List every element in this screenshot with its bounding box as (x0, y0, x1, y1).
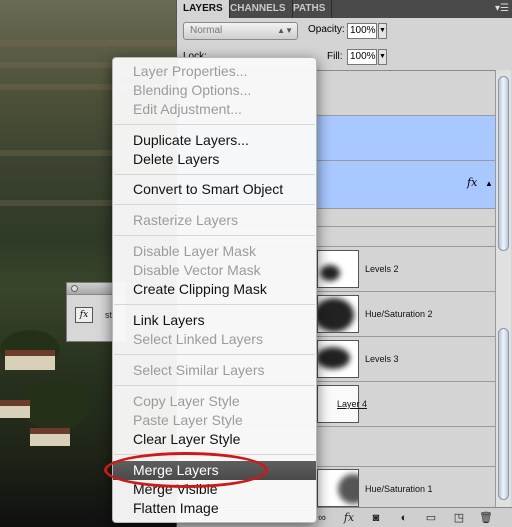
layer-mask-thumbnail[interactable] (317, 340, 359, 378)
menu-separator (114, 385, 315, 386)
blend-row: Normal ▲▼ Opacity: 100% ▼ (183, 22, 503, 40)
blend-mode-value: Normal (190, 25, 223, 36)
menu-item-blending-options[interactable]: Blending Options... (113, 81, 316, 100)
annotation-ellipse (104, 452, 268, 488)
photo-house (0, 400, 30, 418)
layer-mask-thumbnail[interactable] (317, 469, 359, 507)
fill-field[interactable]: 100% (347, 49, 377, 65)
fx-icon[interactable]: fx (342, 511, 356, 525)
expand-arrow-icon[interactable]: ▲ (485, 179, 493, 188)
menu-item-select-similar-layers[interactable]: Select Similar Layers (113, 361, 316, 380)
scrollbar-thumb[interactable] (498, 76, 509, 251)
layer-mask-thumbnail[interactable] (317, 250, 359, 288)
menu-separator (114, 354, 315, 355)
layer-name: Layer 4 (337, 399, 368, 409)
menu-item-delete-layers[interactable]: Delete Layers (113, 150, 316, 169)
menu-item-duplicate-layers[interactable]: Duplicate Layers... (113, 131, 316, 150)
menu-item-layer-properties[interactable]: Layer Properties... (113, 62, 316, 81)
new-layer-icon[interactable]: ◳ (452, 511, 466, 525)
fill-label: Fill: (327, 51, 343, 62)
menu-item-select-linked-layers[interactable]: Select Linked Layers (113, 330, 316, 349)
layer-name: Hue/Saturation 2 (365, 309, 433, 319)
menu-item-convert-smart-object[interactable]: Convert to Smart Object (113, 180, 316, 199)
layer-name: Hue/Saturation 1 (365, 484, 433, 494)
close-icon[interactable] (71, 285, 78, 292)
tab-paths[interactable]: PATHS (287, 0, 333, 18)
menu-item-paste-layer-style[interactable]: Paste Layer Style (113, 411, 316, 430)
menu-item-disable-vector-mask[interactable]: Disable Vector Mask (113, 261, 316, 280)
document-label: st (105, 310, 113, 320)
layers-scrollbar[interactable] (495, 70, 511, 507)
scrollbar-thumb[interactable] (498, 328, 509, 500)
layer-mask-thumbnail[interactable] (317, 295, 359, 333)
mask-blob (318, 298, 354, 332)
fx-icon: fx (75, 307, 93, 323)
menu-separator (114, 304, 315, 305)
chevron-updown-icon: ▲▼ (277, 26, 293, 35)
menu-item-disable-layer-mask[interactable]: Disable Layer Mask (113, 242, 316, 261)
layer-name: Levels 2 (365, 264, 399, 274)
blend-mode-select[interactable]: Normal ▲▼ (183, 22, 298, 40)
menu-separator (114, 124, 315, 125)
add-mask-icon[interactable]: ◙ (369, 511, 383, 525)
trash-icon[interactable]: 🗑 (479, 511, 493, 525)
photo-house (30, 428, 70, 446)
tab-channels[interactable]: CHANNELS (224, 0, 293, 18)
tab-layers[interactable]: LAYERS (177, 0, 230, 18)
opacity-label: Opacity: (308, 24, 345, 35)
menu-item-rasterize-layers[interactable]: Rasterize Layers (113, 211, 316, 230)
opacity-dropdown-icon[interactable]: ▼ (378, 23, 387, 39)
mask-blob (338, 474, 358, 504)
panel-tabs: LAYERS CHANNELS PATHS ▾☰ (177, 0, 512, 18)
mask-blob (318, 347, 350, 369)
menu-separator (114, 235, 315, 236)
mask-blob (320, 265, 340, 281)
photo-tree (20, 380, 90, 430)
layer-name: Levels 3 (365, 354, 399, 364)
menu-item-create-clipping-mask[interactable]: Create Clipping Mask (113, 280, 316, 299)
menu-separator (114, 174, 315, 175)
menu-separator (114, 204, 315, 205)
menu-item-clear-layer-style[interactable]: Clear Layer Style (113, 430, 316, 449)
fx-icon: fx (467, 176, 478, 189)
menu-item-link-layers[interactable]: Link Layers (113, 311, 316, 330)
new-group-icon[interactable]: ▭ (424, 511, 438, 525)
photo-house (5, 350, 55, 370)
link-icon[interactable]: ∞ (315, 511, 329, 525)
adjustment-layer-icon[interactable]: ◐ (397, 511, 411, 525)
opacity-field[interactable]: 100% (347, 23, 377, 39)
menu-item-edit-adjustment[interactable]: Edit Adjustment... (113, 100, 316, 119)
fill-dropdown-icon[interactable]: ▼ (378, 49, 387, 65)
photo-field-stripe (0, 40, 180, 46)
menu-item-copy-layer-style[interactable]: Copy Layer Style (113, 392, 316, 411)
menu-item-flatten-image[interactable]: Flatten Image (113, 499, 316, 518)
panel-menu-icon[interactable]: ▾☰ (495, 3, 509, 14)
